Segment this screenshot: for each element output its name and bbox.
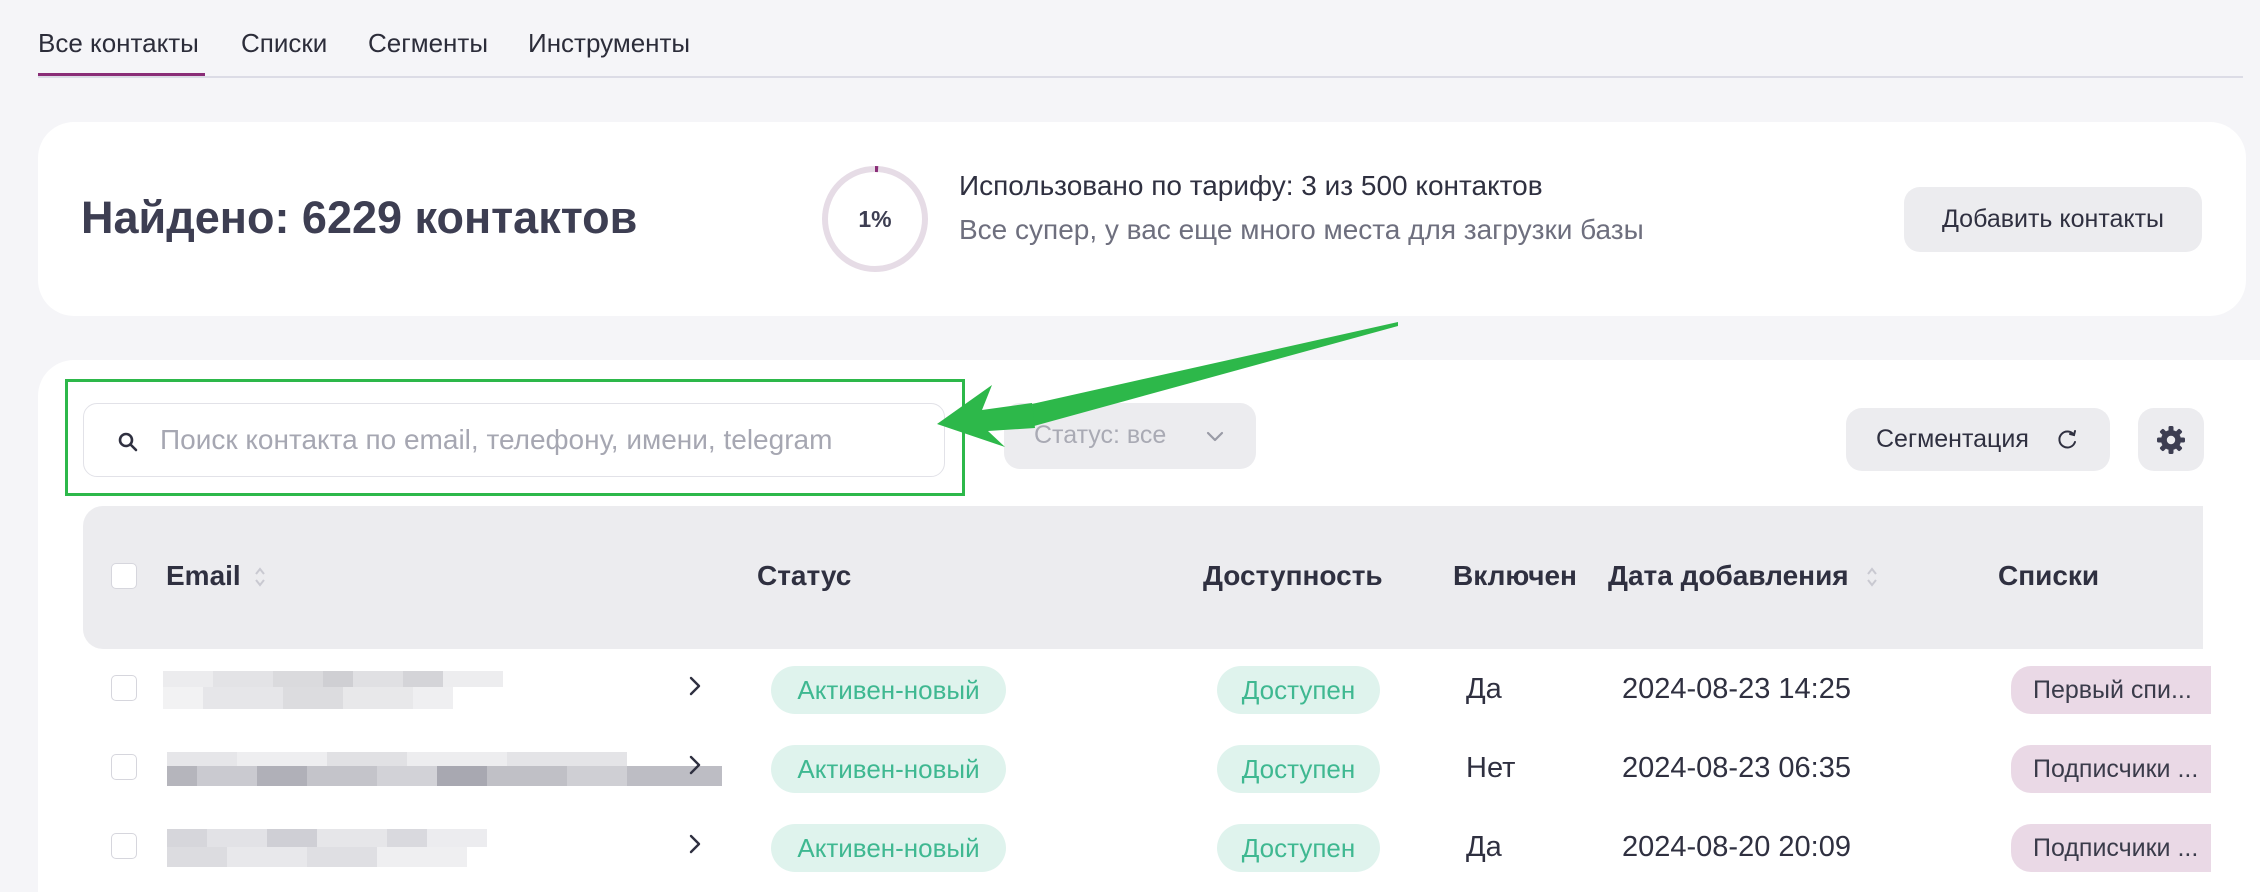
- list-badge: Подписчики ...: [2011, 745, 2211, 793]
- column-email[interactable]: Email: [166, 560, 241, 592]
- sort-icon[interactable]: [1865, 564, 1879, 590]
- usage-percent: 1%: [858, 205, 892, 232]
- tab-segments[interactable]: Сегменты: [368, 28, 488, 76]
- summary-card: Найдено: 6229 контактов 1% Использовано …: [38, 122, 2246, 316]
- segmentation-button[interactable]: Сегментация: [1846, 408, 2110, 471]
- usage-subtitle: Все супер, у вас еще много места для заг…: [959, 214, 1644, 245]
- usage-title: Использовано по тарифу: 3 из 500 контакт…: [959, 170, 1543, 201]
- chevron-down-icon: [1206, 431, 1224, 442]
- add-contacts-button[interactable]: Добавить контакты: [1904, 187, 2202, 252]
- column-status: Статус: [757, 560, 852, 591]
- included-value: Нет: [1466, 752, 1516, 784]
- date-added-value: 2024-08-20 20:09: [1622, 831, 1851, 863]
- contacts-tabs: Все контакты Списки Сегменты Инструменты: [38, 0, 2243, 78]
- column-included: Включен: [1453, 560, 1577, 591]
- chevron-right-icon[interactable]: [683, 832, 707, 856]
- found-count: Найдено: 6229 контактов: [81, 192, 638, 243]
- blurred-email: [163, 671, 503, 709]
- tab-tools[interactable]: Инструменты: [528, 28, 690, 76]
- included-value: Да: [1466, 831, 1502, 863]
- table-row[interactable]: Активен-новый Доступен Да 2024-08-20 20:…: [83, 807, 2211, 886]
- date-added-value: 2024-08-23 14:25: [1622, 673, 1851, 705]
- status-badge: Активен-новый: [771, 745, 1006, 793]
- row-checkbox[interactable]: [111, 675, 137, 701]
- status-badge: Активен-новый: [771, 666, 1006, 714]
- search-highlight-box: [65, 379, 965, 496]
- date-added-value: 2024-08-23 06:35: [1622, 752, 1851, 784]
- status-badge: Активен-новый: [771, 824, 1006, 872]
- included-value: Да: [1466, 673, 1502, 705]
- refresh-icon: [2058, 430, 2076, 449]
- select-all-checkbox[interactable]: [111, 563, 137, 589]
- segmentation-label: Сегментация: [1876, 425, 2029, 453]
- blurred-email: [167, 752, 722, 786]
- availability-badge: Доступен: [1217, 824, 1380, 872]
- sort-icon[interactable]: [253, 564, 267, 590]
- tab-lists[interactable]: Списки: [241, 28, 327, 76]
- availability-badge: Доступен: [1217, 745, 1380, 793]
- column-date-added[interactable]: Дата добавления: [1608, 560, 1849, 592]
- blurred-email: [167, 829, 487, 867]
- chevron-right-icon[interactable]: [683, 674, 707, 698]
- row-checkbox[interactable]: [111, 754, 137, 780]
- table-row[interactable]: Активен-новый Доступен Нет 2024-08-23 06…: [83, 728, 2211, 807]
- tab-all-contacts[interactable]: Все контакты: [38, 28, 205, 76]
- row-checkbox[interactable]: [111, 833, 137, 859]
- column-lists: Списки: [1998, 560, 2100, 591]
- table-row[interactable]: Активен-новый Доступен Да 2024-08-23 14:…: [83, 649, 2211, 728]
- status-filter-select[interactable]: Статус: все: [1004, 403, 1256, 469]
- table-header: Email Статус Доступность Включен Дата до…: [83, 506, 2203, 649]
- chevron-right-icon[interactable]: [683, 753, 707, 777]
- availability-badge: Доступен: [1217, 666, 1380, 714]
- status-filter-label: Статус: все: [1034, 421, 1167, 449]
- column-availability: Доступность: [1203, 560, 1383, 591]
- list-badge: Первый спи...: [2011, 666, 2211, 714]
- settings-button[interactable]: [2138, 408, 2204, 471]
- gear-icon: [2157, 426, 2185, 454]
- list-badge: Подписчики ...: [2011, 824, 2211, 872]
